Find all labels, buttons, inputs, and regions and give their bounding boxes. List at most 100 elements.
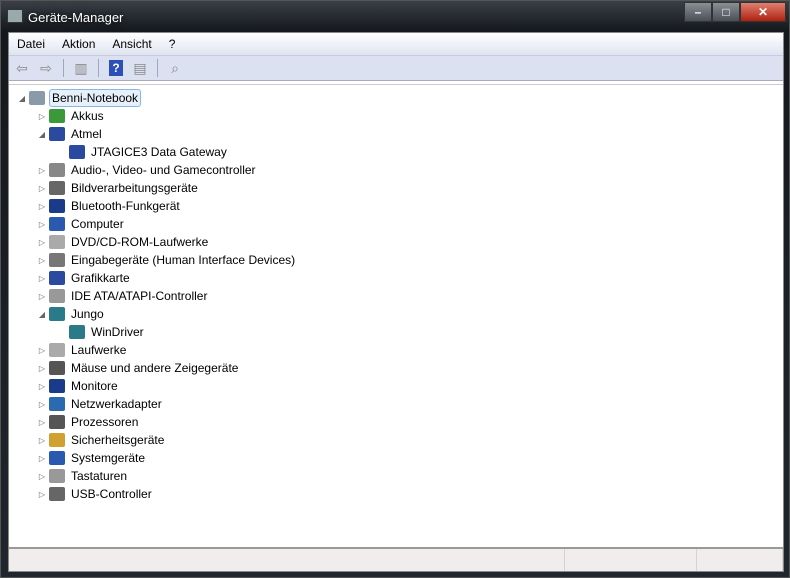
tree-item-label: Audio-, Video- und Gamecontroller bbox=[71, 163, 256, 177]
menu-aktion[interactable]: Aktion bbox=[62, 37, 95, 51]
tree-item-label: Computer bbox=[71, 217, 124, 231]
expanded-arrow-icon[interactable]: ◢ bbox=[37, 310, 47, 319]
collapsed-arrow-icon[interactable]: ▷ bbox=[37, 400, 47, 409]
collapsed-arrow-icon[interactable]: ▷ bbox=[37, 472, 47, 481]
properties-pane-button[interactable]: ▤ bbox=[130, 59, 150, 77]
collapsed-arrow-icon[interactable]: ▷ bbox=[37, 202, 47, 211]
device-category-icon bbox=[49, 289, 65, 303]
tree-item-label: Benni-Notebook bbox=[49, 89, 142, 107]
tree-item[interactable]: ▷ Prozessoren bbox=[37, 413, 140, 431]
tree-item-label: Jungo bbox=[71, 307, 104, 321]
collapsed-arrow-icon[interactable]: ▷ bbox=[37, 256, 47, 265]
tree-item[interactable]: ▷ IDE ATA/ATAPI-Controller bbox=[37, 287, 209, 305]
status-bar bbox=[9, 547, 783, 571]
tree-item-label: Bluetooth-Funkgerät bbox=[71, 199, 180, 213]
collapsed-arrow-icon[interactable]: ▷ bbox=[37, 112, 47, 121]
window-title: Geräte-Manager bbox=[28, 10, 124, 25]
tree-item[interactable]: ▷ Akkus bbox=[37, 107, 106, 125]
forward-arrow-button[interactable]: ⇨ bbox=[36, 59, 56, 77]
tree-item[interactable]: ▷ Mäuse und andere Zeigegeräte bbox=[37, 359, 240, 377]
tree-item-label: Atmel bbox=[71, 127, 102, 141]
device-category-icon bbox=[49, 235, 65, 249]
device-category-icon bbox=[49, 361, 65, 375]
device-category-icon bbox=[69, 145, 85, 159]
device-category-icon bbox=[49, 415, 65, 429]
tree-item[interactable]: ▷ Computer bbox=[37, 215, 126, 233]
tree-item[interactable]: ▷ Laufwerke bbox=[37, 341, 128, 359]
tree-item[interactable]: ▷ Bluetooth-Funkgerät bbox=[37, 197, 182, 215]
scan-hardware-icon: ⌕ bbox=[171, 59, 179, 76]
tree-item-label: JTAGICE3 Data Gateway bbox=[91, 145, 227, 159]
device-category-icon bbox=[49, 451, 65, 465]
tree-item[interactable]: WinDriver bbox=[57, 323, 146, 341]
client-area: Datei Aktion Ansicht ? ⇦ ⇨ ▥? ▤ ⌕ ◢ Benni-Not… bbox=[8, 32, 784, 572]
tree-item[interactable]: ▷ Tastaturen bbox=[37, 467, 129, 485]
collapsed-arrow-icon[interactable]: ▷ bbox=[37, 184, 47, 193]
menu-ansicht[interactable]: Ansicht bbox=[112, 37, 151, 51]
tree-item[interactable]: ▷ USB-Controller bbox=[37, 485, 154, 503]
toolbar: ⇦ ⇨ ▥? ▤ ⌕ bbox=[9, 55, 783, 81]
device-tree: ◢ Benni-Notebook ▷ Akkus ◢ Atmel JTAGICE3 Data… bbox=[9, 84, 783, 549]
device-category-icon bbox=[49, 199, 65, 213]
tree-item-label: Netzwerkadapter bbox=[71, 397, 162, 411]
expanded-arrow-icon[interactable]: ◢ bbox=[37, 130, 47, 139]
tree-item[interactable]: JTAGICE3 Data Gateway bbox=[57, 143, 229, 161]
tree-item[interactable]: ▷ DVD/CD-ROM-Laufwerke bbox=[37, 233, 210, 251]
show-hide-console-tree-button[interactable]: ▥ bbox=[71, 59, 91, 77]
collapsed-arrow-icon[interactable]: ▷ bbox=[37, 292, 47, 301]
tree-item[interactable]: ▷ Netzwerkadapter bbox=[37, 395, 164, 413]
properties-pane-icon: ▤ bbox=[133, 59, 147, 76]
tree-item[interactable]: ▷ Systemgeräte bbox=[37, 449, 147, 467]
tree-item[interactable]: ▷ Bildverarbeitungsgeräte bbox=[37, 179, 200, 197]
status-pane-main bbox=[9, 549, 565, 571]
device-category-icon bbox=[49, 253, 65, 267]
maximize-button[interactable]: □ bbox=[712, 2, 740, 22]
device-manager-app-icon bbox=[7, 9, 23, 23]
tree-item-label: Sicherheitsgeräte bbox=[71, 433, 165, 447]
collapsed-arrow-icon[interactable]: ▷ bbox=[37, 274, 47, 283]
menu-datei[interactable]: Datei bbox=[17, 37, 45, 51]
tree-item-label: Akkus bbox=[71, 109, 104, 123]
tree-item-label: IDE ATA/ATAPI-Controller bbox=[71, 289, 208, 303]
device-category-icon bbox=[49, 163, 65, 177]
tree-item-label: Prozessoren bbox=[71, 415, 139, 429]
scan-hardware-button[interactable]: ⌕ bbox=[165, 59, 185, 77]
tree-item-label: Tastaturen bbox=[71, 469, 128, 483]
show-hide-console-tree-icon: ▥ bbox=[74, 59, 88, 76]
status-pane-3 bbox=[697, 549, 783, 571]
menu-help[interactable]: ? bbox=[169, 37, 176, 51]
device-category-icon bbox=[29, 91, 45, 105]
device-category-icon bbox=[49, 487, 65, 501]
tree-item[interactable]: ▷ Eingabegeräte (Human Interface Devices) bbox=[37, 251, 297, 269]
help-icon: ? bbox=[109, 60, 123, 76]
collapsed-arrow-icon[interactable]: ▷ bbox=[37, 346, 47, 355]
device-category-icon bbox=[49, 379, 65, 393]
tree-item[interactable]: ▷ Audio-, Video- und Gamecontroller bbox=[37, 161, 258, 179]
tree-item[interactable]: ▷ Grafikkarte bbox=[37, 269, 132, 287]
collapsed-arrow-icon[interactable]: ▷ bbox=[37, 436, 47, 445]
minimize-button[interactable]: – bbox=[684, 2, 712, 22]
close-button[interactable]: ✕ bbox=[740, 2, 786, 22]
tree-item[interactable]: ▷ Sicherheitsgeräte bbox=[37, 431, 166, 449]
tree-item-label: WinDriver bbox=[91, 325, 144, 339]
collapsed-arrow-icon[interactable]: ▷ bbox=[37, 418, 47, 427]
collapsed-arrow-icon[interactable]: ▷ bbox=[37, 490, 47, 499]
tree-item[interactable]: ◢ Jungo bbox=[37, 305, 106, 323]
tree-item-label: Systemgeräte bbox=[71, 451, 146, 465]
collapsed-arrow-icon[interactable]: ▷ bbox=[37, 454, 47, 463]
collapsed-arrow-icon[interactable]: ▷ bbox=[37, 382, 47, 391]
window-frame: Geräte-Manager – □ ✕ Datei Aktion Ansich… bbox=[0, 0, 790, 578]
back-arrow-button[interactable]: ⇦ bbox=[12, 59, 32, 77]
tree-item[interactable]: ◢ Atmel bbox=[37, 125, 104, 143]
collapsed-arrow-icon[interactable]: ▷ bbox=[37, 166, 47, 175]
expanded-arrow-icon[interactable]: ◢ bbox=[17, 94, 27, 103]
collapsed-arrow-icon[interactable]: ▷ bbox=[37, 238, 47, 247]
help-button[interactable]: ? bbox=[106, 59, 126, 77]
tree-item-label: Mäuse und andere Zeigegeräte bbox=[71, 361, 239, 375]
forward-arrow-icon: ⇨ bbox=[40, 59, 52, 76]
collapsed-arrow-icon[interactable]: ▷ bbox=[37, 364, 47, 373]
device-category-icon bbox=[69, 325, 85, 339]
tree-item[interactable]: ▷ Monitore bbox=[37, 377, 120, 395]
collapsed-arrow-icon[interactable]: ▷ bbox=[37, 220, 47, 229]
tree-root[interactable]: ◢ Benni-Notebook bbox=[17, 89, 142, 107]
